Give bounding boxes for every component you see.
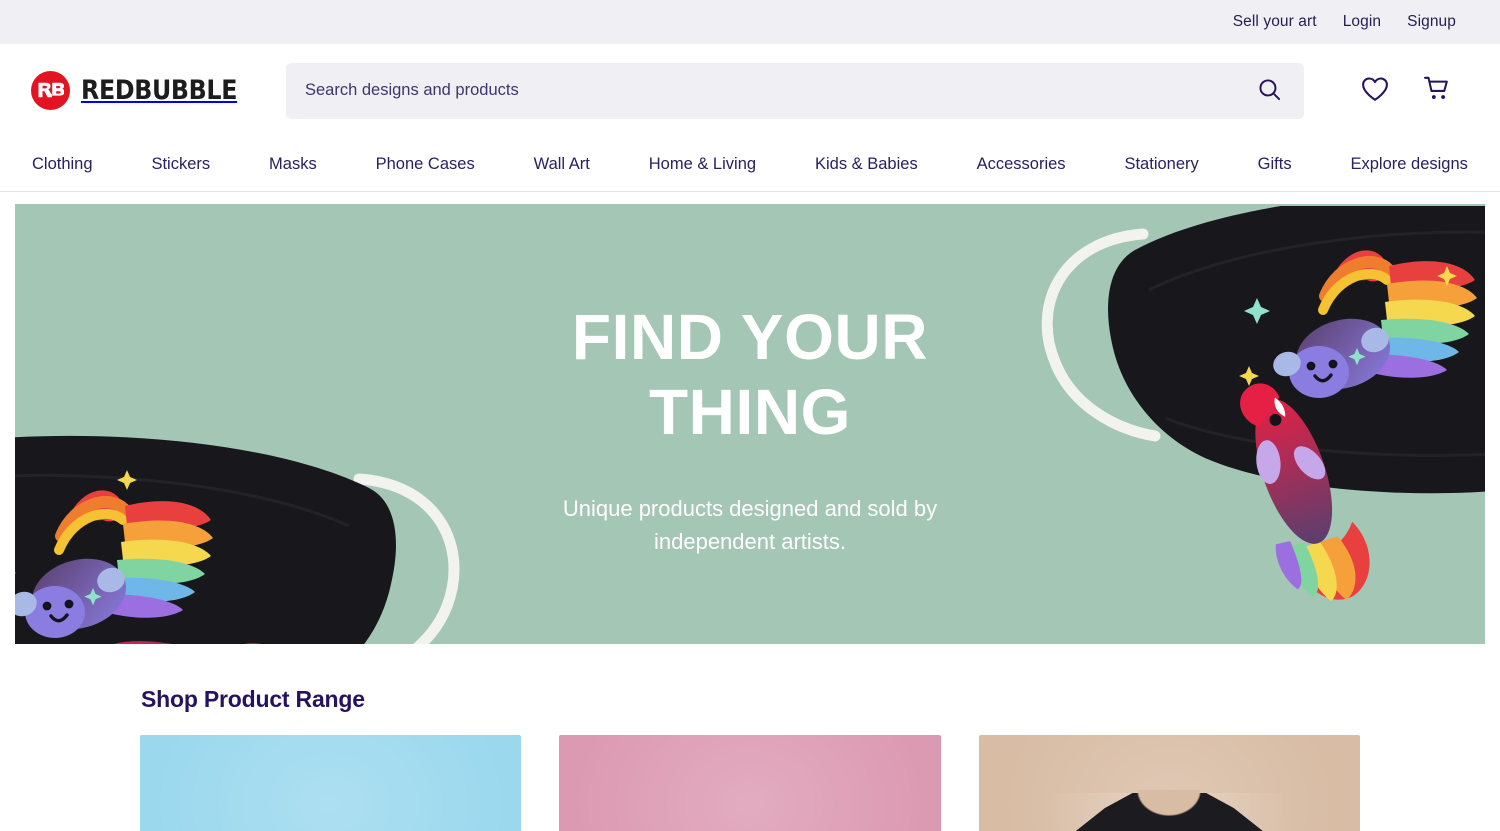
cart-button[interactable] (1422, 76, 1452, 106)
section-header: Shop Product Range (140, 686, 1360, 713)
category-nav-list: Clothing Stickers Masks Phone Cases Wall… (32, 155, 1468, 174)
sell-your-art-link[interactable]: Sell your art (1233, 13, 1317, 31)
hero-headline-line-1: FIND YOUR (571, 301, 929, 373)
search-icon (1257, 77, 1282, 105)
nav-item-accessories[interactable]: Accessories (977, 155, 1066, 174)
product-card-1[interactable] (140, 735, 522, 831)
nav-item-explore-designs[interactable]: Explore designs (1351, 155, 1468, 174)
login-link[interactable]: Login (1343, 13, 1381, 31)
nav-item-stickers[interactable]: Stickers (151, 155, 210, 174)
nav-item-gifts[interactable]: Gifts (1258, 155, 1292, 174)
top-utility-bar: Sell your art Login Signup (0, 0, 1500, 44)
product-card-3[interactable] (978, 735, 1360, 831)
nav-item-phone-cases[interactable]: Phone Cases (376, 155, 475, 174)
header-action-icons (1360, 76, 1470, 106)
redbubble-logo[interactable]: REDBUBBLE (31, 71, 286, 110)
redbubble-mark-icon (31, 71, 70, 110)
nav-item-clothing[interactable]: Clothing (32, 155, 93, 174)
category-nav: Clothing Stickers Masks Phone Cases Wall… (0, 137, 1500, 192)
nav-item-masks[interactable]: Masks (269, 155, 317, 174)
hero-headline-line-2: THING (648, 375, 852, 448)
search-input[interactable] (305, 62, 1255, 119)
nav-item-stationery[interactable]: Stationery (1124, 155, 1198, 174)
product-card-grid (140, 735, 1360, 831)
search-bar[interactable] (286, 62, 1304, 119)
hero-banner[interactable]: FIND YOUR THING Unique products designed… (15, 204, 1485, 644)
nav-item-kids-and-babies[interactable]: Kids & Babies (815, 155, 918, 174)
nav-item-home-and-living[interactable]: Home & Living (649, 155, 756, 174)
shop-product-range-title: Shop Product Range (141, 686, 365, 712)
card-glow-overlay (559, 735, 941, 831)
t-shirt-image (1019, 790, 1320, 831)
shop-product-range-section: Shop Product Range (0, 644, 1500, 831)
nav-item-wall-art[interactable]: Wall Art (534, 155, 590, 174)
t-shirt-collar (1132, 790, 1207, 820)
favorites-heart-icon (1361, 76, 1389, 105)
signup-link[interactable]: Signup (1407, 13, 1456, 31)
search-submit-button[interactable] (1255, 77, 1284, 105)
hero-headline: FIND YOUR THING (470, 300, 1030, 450)
card-glow-overlay (140, 735, 522, 831)
site-header: REDBUBBLE (0, 44, 1500, 137)
favorites-button[interactable] (1360, 76, 1390, 106)
product-card-2[interactable] (559, 735, 941, 831)
hero-subtitle: Unique products designed and sold by ind… (562, 495, 938, 555)
hero-copy: FIND YOUR THING Unique products designed… (15, 300, 1485, 559)
shopping-cart-icon (1423, 76, 1451, 105)
redbubble-wordmark: REDBUBBLE (81, 75, 238, 106)
